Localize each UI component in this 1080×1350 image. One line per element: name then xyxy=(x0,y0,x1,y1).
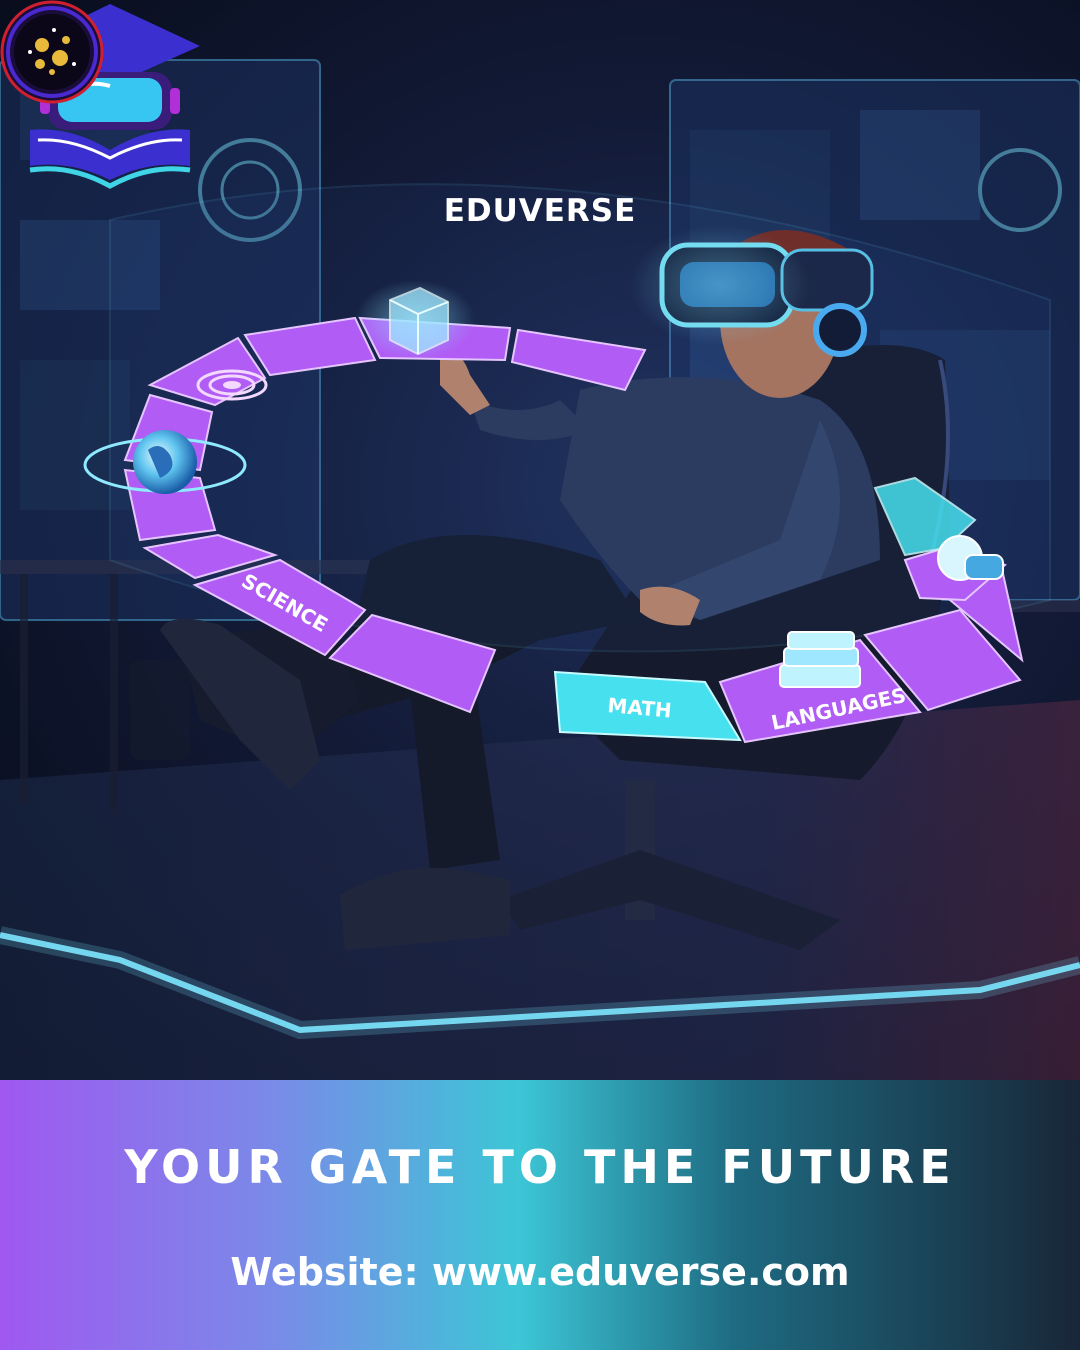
poster: SCIENCE MATH LANGUAGES EDUVERSE YOUR GAT… xyxy=(0,0,1080,1350)
books-stack-icon xyxy=(779,631,861,688)
cube-icon xyxy=(355,280,475,360)
galaxy-badge-icon xyxy=(0,0,104,104)
website-link[interactable]: Website: www.eduverse.com xyxy=(0,1250,1080,1294)
tagline: YOUR GATE TO THE FUTURE xyxy=(124,1140,956,1194)
footer-banner xyxy=(0,1080,1080,1350)
open-book-icon xyxy=(29,129,191,189)
hero-scene: SCIENCE MATH LANGUAGES EDUVERSE xyxy=(0,0,1080,1080)
brand-name: EDUVERSE xyxy=(443,193,637,229)
